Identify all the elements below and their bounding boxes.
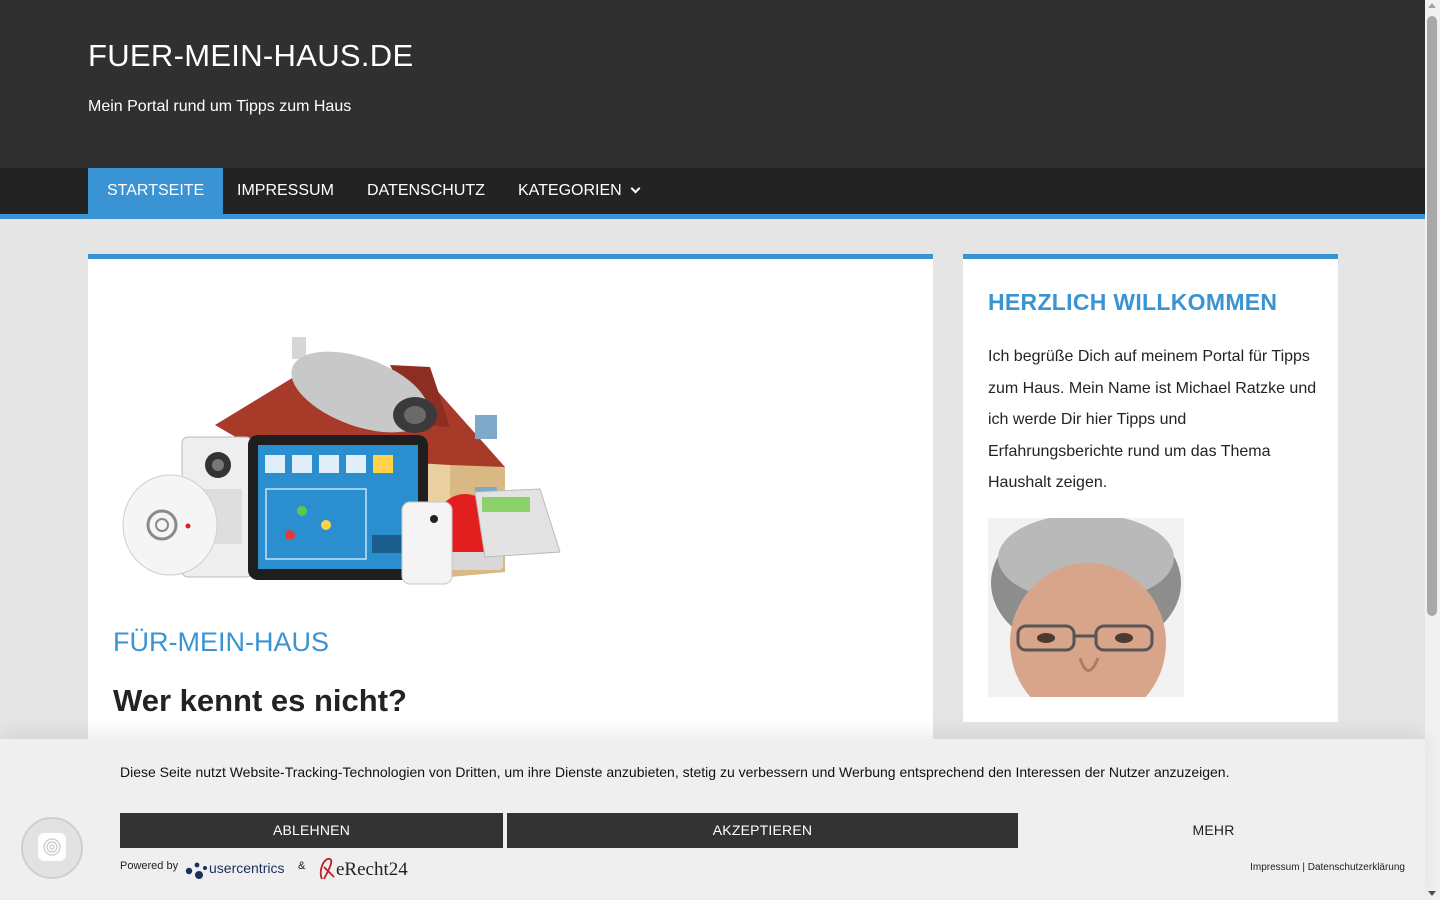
decline-button[interactable]: ABLEHNEN — [120, 813, 503, 848]
site-header: FUER-MEIN-HAUS.DE Mein Portal rund um Ti… — [0, 0, 1425, 168]
svg-text:eRecht24: eRecht24 — [336, 859, 408, 880]
sidebar-welcome-widget: HERZLICH WILLKOMMEN Ich begrüße Dich auf… — [963, 254, 1338, 722]
accept-button[interactable]: AKZEPTIEREN — [507, 813, 1018, 848]
nav-item-impressum[interactable]: IMPRESSUM — [237, 168, 334, 214]
page-scrollbar[interactable] — [1425, 0, 1440, 900]
widget-title: HERZLICH WILLKOMMEN — [988, 289, 1278, 315]
ampersand: & — [298, 860, 306, 872]
main-navigation: STARTSEITE IMPRESSUM DATENSCHUTZ KATEGOR… — [0, 168, 1425, 214]
cookie-footer-links[interactable]: Impressum | Datenschutzerklärung — [1250, 862, 1405, 873]
article-heading: Wer kennt es nicht? — [113, 683, 407, 718]
widget-text: Ich begrüße Dich auf meinem Portal für T… — [988, 348, 1317, 492]
section-title: FÜR-MEIN-HAUS — [113, 627, 329, 657]
chevron-down-icon — [630, 183, 641, 194]
scroll-thumb[interactable] — [1427, 16, 1437, 616]
site-tagline: Mein Portal rund um Tipps zum Haus — [88, 98, 352, 115]
privacy-settings-button[interactable] — [21, 817, 83, 879]
nav-item-startseite[interactable]: STARTSEITE — [88, 168, 224, 214]
cookie-banner: Diese Seite nutzt Website-Tracking-Techn… — [0, 739, 1425, 900]
scroll-down-arrow-icon[interactable] — [1428, 891, 1436, 896]
author-portrait-icon — [988, 518, 1184, 697]
fingerprint-icon — [38, 833, 66, 861]
erecht24-logo-icon[interactable]: eRecht24 — [314, 853, 418, 883]
nav-accent-line — [0, 214, 1425, 219]
nav-item-datenschutz[interactable]: DATENSCHUTZ — [367, 168, 485, 214]
svg-text:usercentrics: usercentrics — [209, 860, 284, 876]
more-button[interactable]: MEHR — [1022, 813, 1405, 848]
nav-item-kategorien[interactable]: KATEGORIEN — [518, 168, 641, 214]
site-title-link[interactable]: FUER-MEIN-HAUS.DE — [88, 38, 413, 74]
smart-home-security-icon — [122, 337, 561, 585]
scroll-up-arrow-icon[interactable] — [1428, 3, 1436, 8]
usercentrics-logo-icon[interactable]: usercentrics — [183, 855, 293, 881]
powered-by-label: Powered by — [120, 860, 179, 872]
main-content: FÜR-MEIN-HAUS Wer kennt es nicht? — [88, 254, 933, 754]
nav-item-kategorien-label: KATEGORIEN — [518, 182, 622, 199]
cookie-consent-text: Diese Seite nutzt Website-Tracking-Techn… — [120, 764, 1230, 780]
